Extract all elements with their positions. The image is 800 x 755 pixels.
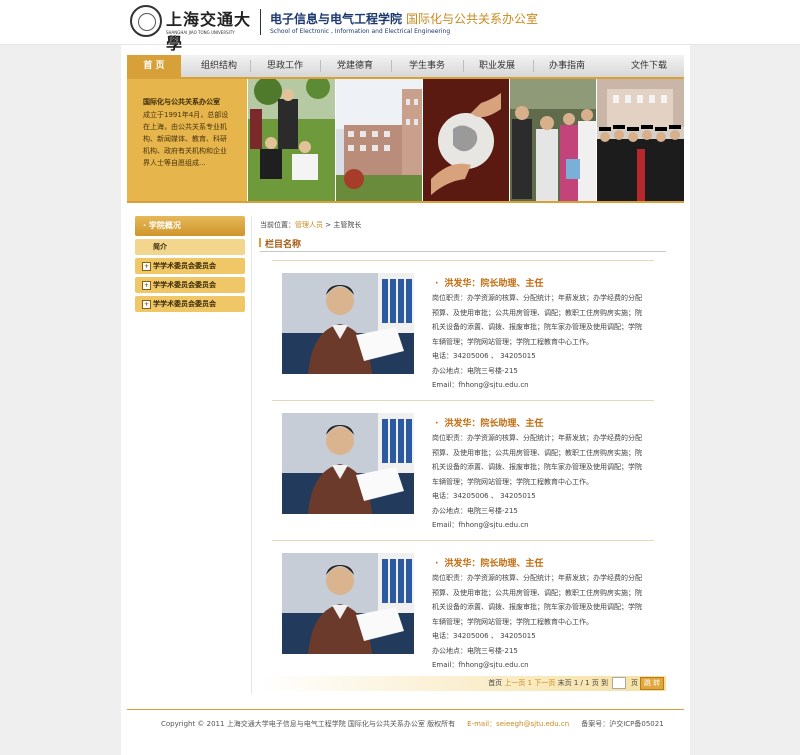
nav-separator <box>533 60 534 72</box>
column-title-underline <box>260 251 666 252</box>
site-header: 上海交通大學 SHANGHAI JIAO TONG UNIVERSITY 电子信… <box>0 0 800 53</box>
person-office: 办公地点：电院三号楼-215 <box>432 646 518 655</box>
person-office: 办公地点：电院三号楼-215 <box>432 506 518 515</box>
person-phone: 电话：34205006 、 34205015 <box>432 632 536 640</box>
nav-separator <box>463 60 464 72</box>
nav-separator <box>391 60 392 72</box>
footer-icp[interactable]: 备案号：沪交ICP备05021 <box>581 720 663 728</box>
university-seal-icon <box>130 5 162 37</box>
nav-separator <box>250 60 251 72</box>
sidebar-category-label: 学学术委员会委员会 <box>153 300 216 308</box>
banner-photo-people-group <box>510 79 596 201</box>
site-footer: Copyright © 2011 上海交通大学电子信息与电气工程学院 国际化与公… <box>161 719 664 729</box>
person-email[interactable]: Email：fhhong@sjtu.edu.cn <box>432 518 648 533</box>
person-photo[interactable] <box>282 273 414 374</box>
pagination-links: 首页 上一页 1 下一页 末页 1 / 1 页 到 <box>488 678 608 688</box>
pager-page-unit: 页 <box>631 679 638 687</box>
banner-intro-title: 国际化与公共关系办公室 <box>143 98 220 106</box>
main-nav: 首 页 组织结构 思政工作 党建德育 学生事务 职业发展 办事指南 文件下载 <box>127 55 684 79</box>
person-office: 办公地点：电院三号楼-215 <box>432 366 518 375</box>
banner-photo-globe-hands <box>423 79 509 201</box>
banner-photo-campus-building <box>336 79 422 201</box>
university-name-en: SHANGHAI JIAO TONG UNIVERSITY <box>166 30 235 35</box>
person-name: 洪发华：院长助理、主任 <box>435 556 543 569</box>
person-details: 岗位职责：办学资源的核算、分配统计；年薪发放；办学经费的分配预算、及使用审批；公… <box>432 431 648 533</box>
nav-item-guide[interactable]: 办事指南 <box>535 55 599 77</box>
nav-item-ideology[interactable]: 思政工作 <box>253 55 317 77</box>
pager-first[interactable]: 首页 <box>488 679 502 687</box>
person-photo[interactable] <box>282 553 414 654</box>
person-card: 洪发华：院长助理、主任 岗位职责：办学资源的核算、分配统计；年薪发放；办学经费的… <box>272 540 654 672</box>
column-title: 栏目名称 <box>258 237 301 250</box>
school-name-en: School of Electronic , Information and E… <box>270 28 451 35</box>
pager-prev[interactable]: 上一页 <box>504 679 525 687</box>
sidebar-category[interactable]: + 学学术委员会委员会 <box>135 296 245 312</box>
card-top-line <box>272 400 654 401</box>
person-card: 洪发华：院长助理、主任 岗位职责：办学资源的核算、分配统计；年薪发放；办学经费的… <box>272 260 654 392</box>
breadcrumb: 当前位置：管理人员 > 主管院长 <box>260 220 361 230</box>
pager-info: 1 / 1 页 到 <box>573 679 608 687</box>
nav-item-downloads[interactable]: 文件下载 <box>617 55 681 77</box>
banner-intro-text: 成立于1991年4月，总部设在上海，由公共关系专业机构、新闻媒体、教育、科研机构… <box>143 111 229 167</box>
school-name-cn: 电子信息与电气工程学院 <box>270 12 403 26</box>
person-card: 洪发华：院长助理、主任 岗位职责：办学资源的核算、分配统计；年薪发放；办学经费的… <box>272 400 654 532</box>
banner-underline <box>127 201 684 203</box>
go-button[interactable]: 跳 转 <box>640 677 664 690</box>
banner: 国际化与公共关系办公室 成立于1991年4月，总部设在上海，由公共关系专业机构、… <box>127 79 684 201</box>
header-divider <box>260 9 261 35</box>
person-details: 岗位职责：办学资源的核算、分配统计；年薪发放；办学经费的分配预算、及使用审批；公… <box>432 291 648 393</box>
breadcrumb-link[interactable]: 管理人员 <box>295 221 323 229</box>
person-duty: 岗位职责：办学资源的核算、分配统计；年薪发放；办学经费的分配预算、及使用审批；公… <box>432 574 642 626</box>
pager-page-1[interactable]: 1 <box>528 679 532 687</box>
person-phone: 电话：34205006 、 34205015 <box>432 352 536 360</box>
sidebar-category-label: 学学术委员会委员会 <box>153 281 216 289</box>
person-email[interactable]: Email：fhhong@sjtu.edu.cn <box>432 378 648 393</box>
footer-email[interactable]: E-mail：seieegh@sjtu.edu.cn <box>467 720 569 728</box>
breadcrumb-separator: > <box>323 221 334 229</box>
banner-intro: 国际化与公共关系办公室 成立于1991年4月，总部设在上海，由公共关系专业机构、… <box>127 79 247 201</box>
plus-icon: + <box>142 300 151 309</box>
nav-item-organization[interactable]: 组织结构 <box>189 55 249 77</box>
nav-item-home[interactable]: 首 页 <box>127 55 181 77</box>
card-top-line <box>272 540 654 541</box>
person-details: 岗位职责：办学资源的核算、分配统计；年薪发放；办学经费的分配预算、及使用审批；公… <box>432 571 648 673</box>
sidebar: · 学院概况 简介 + 学学术委员会委员会 + 学学术委员会委员会 + 学学术委员会委… <box>135 216 245 312</box>
pagination: 首页 上一页 1 下一页 末页 1 / 1 页 到 页 跳 转 <box>261 676 666 691</box>
sidebar-category-label: 学学术委员会委员会 <box>153 262 216 270</box>
sidebar-header[interactable]: · 学院概况 <box>135 216 245 236</box>
page-number-input[interactable] <box>612 677 626 689</box>
breadcrumb-prefix: 当前位置： <box>260 221 295 229</box>
person-email[interactable]: Email：fhhong@sjtu.edu.cn <box>432 658 648 673</box>
university-logo[interactable]: 上海交通大學 SHANGHAI JIAO TONG UNIVERSITY <box>130 5 254 53</box>
nav-separator <box>320 60 321 72</box>
pager-last[interactable]: 末页 <box>558 679 572 687</box>
person-phone: 电话：34205006 、 34205015 <box>432 492 536 500</box>
banner-photo-graduation <box>597 79 684 201</box>
nav-item-student-affairs[interactable]: 学生事务 <box>395 55 459 77</box>
nav-item-career[interactable]: 职业发展 <box>465 55 529 77</box>
banner-photo-students-lawn <box>248 79 335 201</box>
sidebar-item-intro[interactable]: 简介 <box>135 239 245 255</box>
sidebar-category[interactable]: + 学学术委员会委员会 <box>135 277 245 293</box>
person-duty: 岗位职责：办学资源的核算、分配统计；年薪发放；办学经费的分配预算、及使用审批；公… <box>432 294 642 346</box>
card-top-line <box>272 260 654 261</box>
footer-copyright: Copyright © 2011 上海交通大学电子信息与电气工程学院 国际化与公… <box>161 720 456 728</box>
breadcrumb-current: 主管院长 <box>333 221 362 229</box>
person-name: 洪发华：院长助理、主任 <box>435 276 543 289</box>
footer-line <box>127 709 684 710</box>
person-duty: 岗位职责：办学资源的核算、分配统计；年薪发放；办学经费的分配预算、及使用审批；公… <box>432 434 642 486</box>
person-name: 洪发华：院长助理、主任 <box>435 416 543 429</box>
person-photo[interactable] <box>282 413 414 514</box>
content-divider <box>251 216 252 694</box>
sidebar-category[interactable]: + 学学术委员会委员会 <box>135 258 245 274</box>
pager-next[interactable]: 下一页 <box>534 679 555 687</box>
plus-icon: + <box>142 281 151 290</box>
office-name: 国际化与公共关系办公室 <box>406 12 539 26</box>
plus-icon: + <box>142 262 151 271</box>
nav-item-party-building[interactable]: 党建德育 <box>323 55 387 77</box>
